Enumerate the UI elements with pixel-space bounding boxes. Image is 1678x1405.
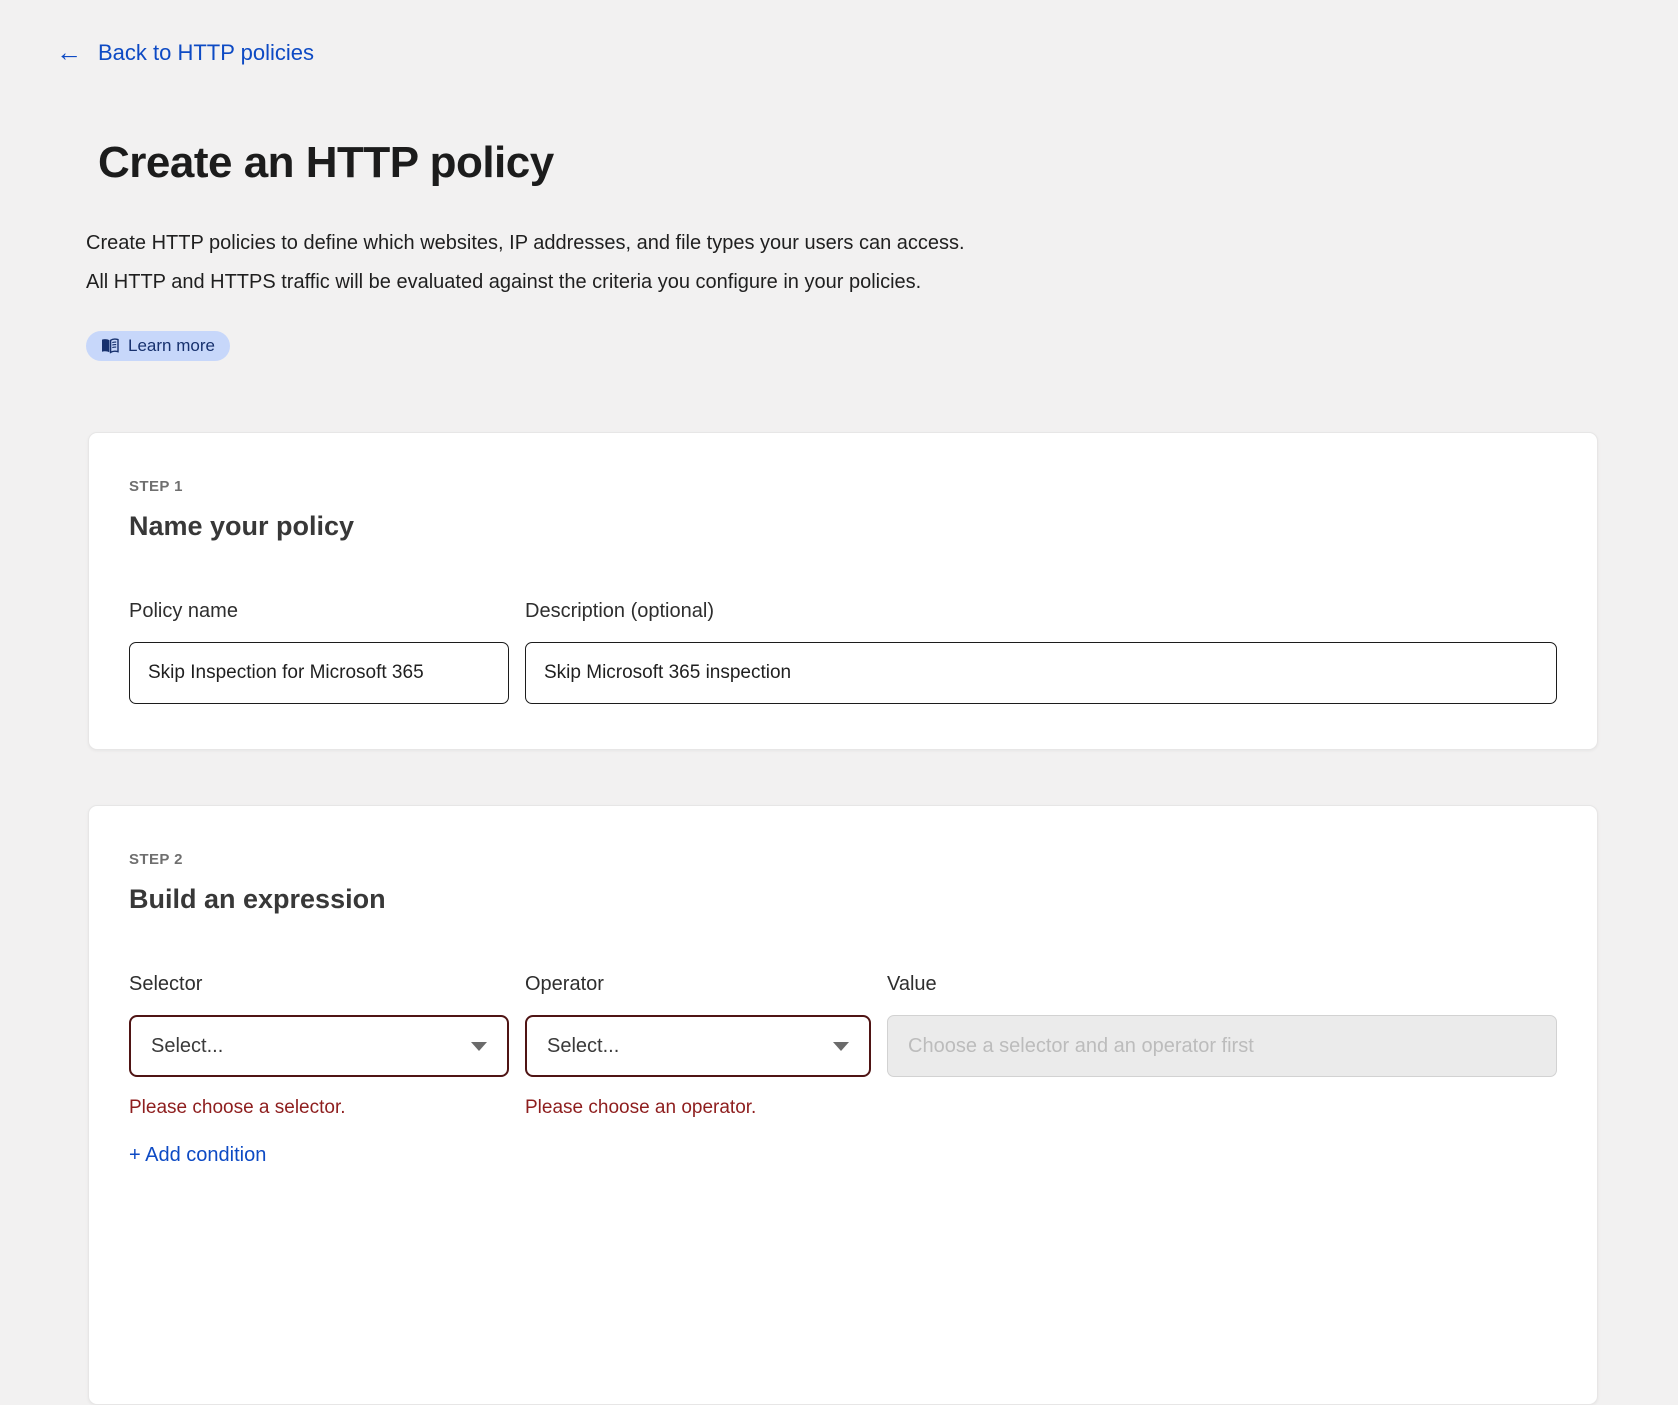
- policy-name-label: Policy name: [129, 600, 509, 623]
- operator-label: Operator: [525, 973, 871, 996]
- description-field: Description (optional): [525, 600, 1557, 704]
- learn-more-label: Learn more: [128, 336, 215, 356]
- step2-label: STEP 2: [129, 851, 1557, 868]
- step2-heading: Build an expression: [129, 884, 1557, 915]
- policy-name-input[interactable]: [129, 642, 509, 704]
- step2-card: STEP 2 Build an expression Selector Sele…: [88, 805, 1598, 1405]
- page-description: Create HTTP policies to define which web…: [86, 224, 965, 302]
- back-arrow-icon: ←: [56, 39, 82, 65]
- step1-card: STEP 1 Name your policy Policy name Desc…: [88, 432, 1598, 750]
- back-link-label: Back to HTTP policies: [98, 40, 314, 66]
- page-description-line1: Create HTTP policies to define which web…: [86, 224, 965, 263]
- policy-name-field: Policy name: [129, 600, 509, 704]
- page-title: Create an HTTP policy: [98, 138, 554, 188]
- expression-builder-row: Selector Select... Please choose a selec…: [129, 973, 1557, 1119]
- operator-dropdown-value: Select...: [547, 1035, 619, 1058]
- create-http-policy-page: ← Back to HTTP policies Create an HTTP p…: [0, 0, 1678, 1188]
- operator-field: Operator Select... Please choose an oper…: [525, 973, 871, 1119]
- description-label: Description (optional): [525, 600, 1557, 623]
- operator-dropdown[interactable]: Select...: [525, 1015, 871, 1077]
- selector-error-message: Please choose a selector.: [129, 1097, 509, 1119]
- chevron-down-icon: [833, 1042, 849, 1051]
- selector-dropdown-value: Select...: [151, 1035, 223, 1058]
- operator-error-message: Please choose an operator.: [525, 1097, 871, 1119]
- page-description-line2: All HTTP and HTTPS traffic will be evalu…: [86, 263, 965, 302]
- value-label: Value: [887, 973, 1557, 996]
- description-input[interactable]: [525, 642, 1557, 704]
- book-icon: [101, 338, 119, 354]
- step1-heading: Name your policy: [129, 511, 1557, 542]
- add-condition-link[interactable]: + Add condition: [129, 1144, 266, 1167]
- chevron-down-icon: [471, 1042, 487, 1051]
- learn-more-button[interactable]: Learn more: [86, 331, 230, 361]
- value-input: [887, 1015, 1557, 1077]
- back-to-http-policies-link[interactable]: ← Back to HTTP policies: [56, 40, 314, 66]
- selector-label: Selector: [129, 973, 509, 996]
- value-field: Value: [887, 973, 1557, 1119]
- selector-field: Selector Select... Please choose a selec…: [129, 973, 509, 1119]
- step1-label: STEP 1: [129, 478, 1557, 495]
- step1-fields-row: Policy name Description (optional): [129, 600, 1557, 704]
- selector-dropdown[interactable]: Select...: [129, 1015, 509, 1077]
